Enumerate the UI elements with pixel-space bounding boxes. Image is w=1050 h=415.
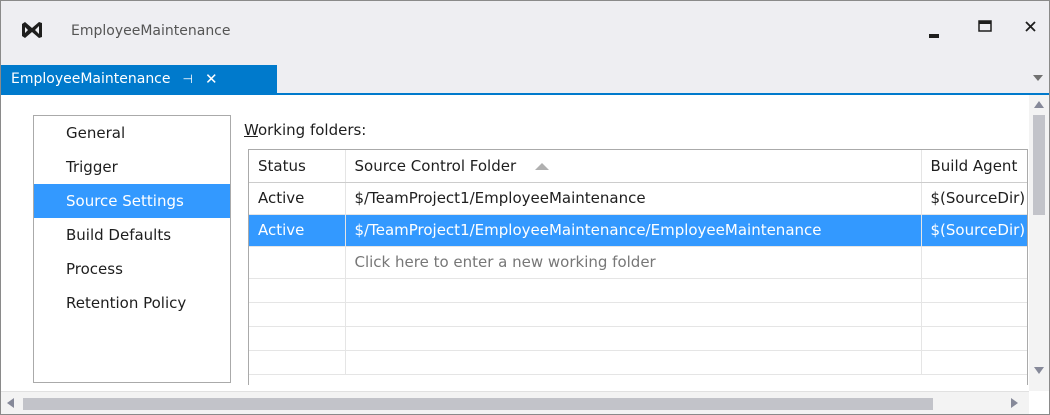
vertical-scrollbar[interactable] <box>1029 95 1049 391</box>
minimize-button[interactable] <box>918 13 948 43</box>
empty-row <box>249 350 1027 375</box>
column-header-source-control-folder[interactable]: Source Control Folder <box>345 150 922 183</box>
access-key-letter: W <box>244 121 258 139</box>
scroll-down-icon[interactable] <box>1034 367 1044 374</box>
nav-item-source-settings[interactable]: Source Settings <box>34 184 230 218</box>
visual-studio-logo-icon <box>22 22 42 38</box>
working-folders-label-text: orking folders: <box>257 121 367 139</box>
nav-item-process[interactable]: Process <box>34 252 230 286</box>
minimize-icon <box>929 34 939 38</box>
nav-item-retention-policy[interactable]: Retention Policy <box>34 286 230 320</box>
sort-ascending-icon <box>534 163 549 171</box>
vertical-scroll-thumb[interactable] <box>1033 115 1045 215</box>
horizontal-scrollbar[interactable] <box>1 391 1029 414</box>
close-icon <box>1025 21 1036 32</box>
cell-source-folder[interactable]: $/TeamProject1/EmployeeMaintenance <box>345 182 922 215</box>
grid-header-row: Status Source Control Folder Build Agent <box>249 150 1027 183</box>
empty-row <box>249 326 1027 351</box>
working-folders-grid: Status Source Control Folder Build Agent… <box>248 149 1028 385</box>
tab-close-icon[interactable]: ✕ <box>205 70 218 88</box>
column-header-build-agent[interactable]: Build Agent <box>921 150 1027 183</box>
document-tab-strip: EmployeeMaintenance ⊣ ✕ <box>1 65 1049 95</box>
chevron-down-icon[interactable] <box>1033 74 1043 82</box>
working-folders-label: Working folders: <box>244 121 366 139</box>
cell-build-agent-folder[interactable]: $(SourceDir) <box>921 182 1027 215</box>
column-header-status[interactable]: Status <box>249 150 346 183</box>
horizontal-scroll-thumb[interactable] <box>23 398 933 410</box>
new-working-folder-placeholder[interactable]: Click here to enter a new working folder <box>345 246 922 279</box>
scroll-right-icon[interactable] <box>1011 398 1018 408</box>
tab-label: EmployeeMaintenance <box>11 71 171 87</box>
empty-row <box>249 302 1027 327</box>
nav-item-build-defaults[interactable]: Build Defaults <box>34 218 230 252</box>
nav-item-trigger[interactable]: Trigger <box>34 150 230 184</box>
maximize-button[interactable] <box>971 13 1001 43</box>
new-row-status-cell[interactable] <box>249 246 346 279</box>
empty-row <box>249 278 1027 303</box>
window-title: EmployeeMaintenance <box>71 23 231 39</box>
table-row[interactable]: Active $/TeamProject1/EmployeeMaintenanc… <box>249 182 1027 215</box>
title-bar: EmployeeMaintenance <box>1 1 1049 61</box>
nav-item-general[interactable]: General <box>34 116 230 150</box>
new-row[interactable]: Click here to enter a new working folder <box>249 246 1027 279</box>
cell-status[interactable]: Active <box>249 182 346 215</box>
column-header-source-control-folder-label: Source Control Folder <box>354 156 517 175</box>
cell-status[interactable]: Active <box>249 214 346 247</box>
tab-employee-maintenance[interactable]: EmployeeMaintenance ⊣ ✕ <box>1 65 277 93</box>
maximize-icon <box>978 20 992 32</box>
build-definition-editor: General Trigger Source Settings Build De… <box>1 95 1049 414</box>
cell-build-agent-folder[interactable]: $(SourceDir) <box>921 214 1027 247</box>
cell-source-folder[interactable]: $/TeamProject1/EmployeeMaintenance/Emplo… <box>345 214 922 247</box>
table-row-selected[interactable]: Active $/TeamProject1/EmployeeMaintenanc… <box>249 214 1027 247</box>
pin-icon[interactable]: ⊣ <box>183 72 193 86</box>
close-window-button[interactable] <box>1017 13 1047 43</box>
app-window: EmployeeMaintenance EmployeeMaintenance … <box>0 0 1050 415</box>
settings-nav-list: General Trigger Source Settings Build De… <box>33 115 231 383</box>
scroll-left-icon[interactable] <box>7 398 14 408</box>
new-row-agent-cell[interactable] <box>921 246 1027 279</box>
scroll-up-icon[interactable] <box>1034 101 1044 108</box>
